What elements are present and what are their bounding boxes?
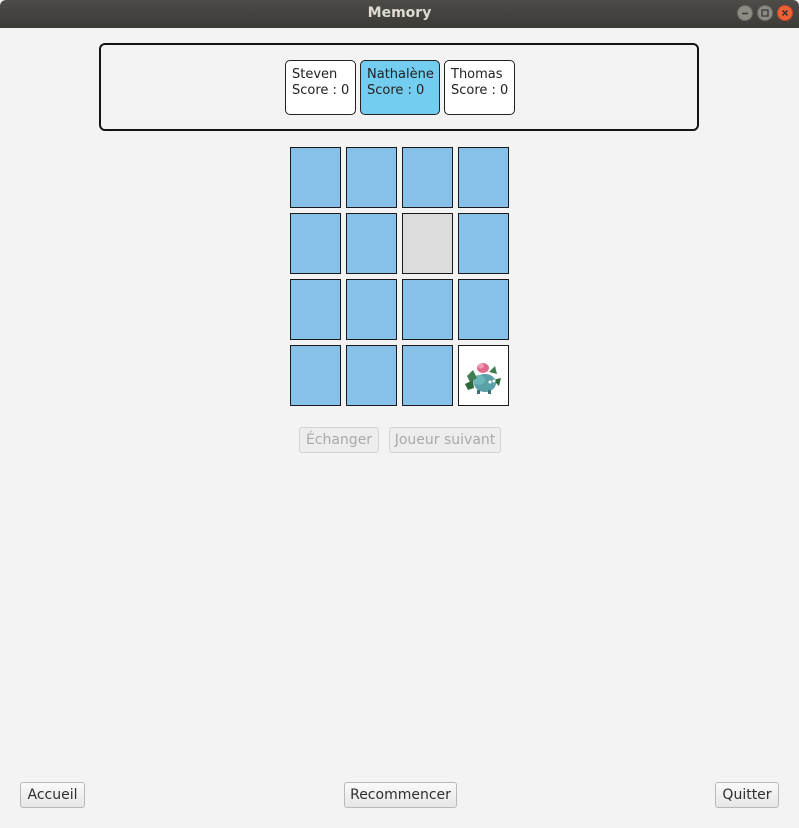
card-2-1[interactable] [290,213,341,274]
quit-button[interactable]: Quitter [715,782,779,808]
restart-button[interactable]: Recommencer [344,782,457,808]
player-name: Nathalène [367,67,434,82]
card-3-2[interactable] [346,279,397,340]
next-player-button[interactable]: Joueur suivant [389,427,501,453]
card-4-2[interactable] [346,345,397,406]
maximize-icon[interactable] [757,5,773,21]
player-card-nathalene: Nathalène Score : 0 [360,60,440,115]
players-panel: Steven Score : 0 Nathalène Score : 0 Tho… [99,43,699,131]
player-score: Score : 0 [367,83,425,98]
card-1-1[interactable] [290,147,341,208]
card-3-3[interactable] [402,279,453,340]
card-2-2[interactable] [346,213,397,274]
player-name: Steven [292,67,338,82]
player-score: Score : 0 [292,83,350,98]
card-1-2[interactable] [346,147,397,208]
card-4-4-revealed[interactable] [458,345,509,406]
card-4-3[interactable] [402,345,453,406]
card-2-4[interactable] [458,213,509,274]
ivysaur-sprite-icon [465,363,501,394]
card-3-4[interactable] [458,279,509,340]
card-2-3-empty [402,213,453,274]
player-card-thomas: Thomas Score : 0 [444,60,515,115]
card-4-1[interactable] [290,345,341,406]
card-1-3[interactable] [402,147,453,208]
title-bar: Memory [0,0,799,28]
card-3-1[interactable] [290,279,341,340]
home-button[interactable]: Accueil [20,782,85,808]
close-icon[interactable] [777,5,793,21]
minimize-icon[interactable] [737,5,753,21]
main-content: Steven Score : 0 Nathalène Score : 0 Tho… [0,28,799,828]
window-title: Memory [367,5,432,21]
player-card-steven: Steven Score : 0 [285,60,356,115]
player-score: Score : 0 [451,83,509,98]
player-name: Thomas [451,67,503,82]
swap-button[interactable]: Échanger [299,427,379,453]
card-1-4[interactable] [458,147,509,208]
